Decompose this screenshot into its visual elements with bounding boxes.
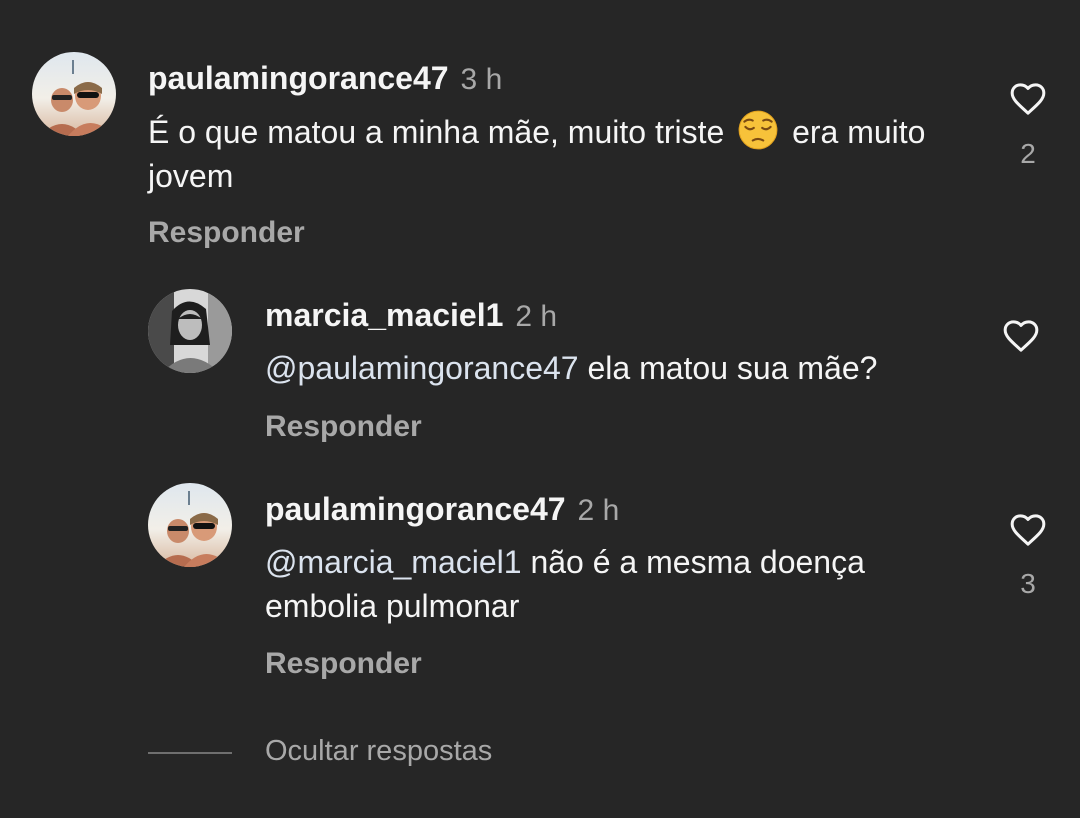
- reply-button[interactable]: Responder: [265, 410, 422, 444]
- mention-link[interactable]: @marcia_maciel1: [265, 544, 522, 580]
- timestamp: 2 h: [577, 494, 620, 527]
- username[interactable]: paulamingorance47: [265, 491, 566, 527]
- username[interactable]: marcia_maciel1: [265, 297, 503, 333]
- comment-text: @marcia_maciel1 não é a mesma doença emb…: [265, 540, 975, 628]
- heart-outline-icon: [1010, 514, 1046, 546]
- comment-header: marcia_maciel1 2 h: [265, 297, 557, 334]
- avatar[interactable]: [148, 483, 232, 567]
- avatar[interactable]: [148, 289, 232, 373]
- avatar-photo: [148, 483, 232, 567]
- like-count: 2: [1020, 138, 1036, 169]
- timestamp: 2 h: [515, 300, 558, 333]
- comment-text: É o que matou a minha mãe, muito triste …: [148, 109, 948, 198]
- avatar-photo: [148, 289, 232, 373]
- like-count: 3: [1020, 568, 1036, 599]
- comment-header: paulamingorance47 2 h: [265, 491, 619, 528]
- comment-text: @paulamingorance47 ela matou sua mãe?: [265, 346, 985, 390]
- username[interactable]: paulamingorance47: [148, 60, 449, 96]
- pensive-face-icon: [738, 110, 778, 150]
- reply-button[interactable]: Responder: [265, 647, 422, 681]
- like-button[interactable]: [1008, 79, 1048, 119]
- hide-replies-button[interactable]: Ocultar respostas: [148, 735, 648, 775]
- heart-outline-icon: [1010, 83, 1046, 115]
- like-button[interactable]: [1008, 510, 1048, 550]
- avatar-photo: [32, 52, 116, 136]
- like-button[interactable]: [1001, 316, 1041, 356]
- timestamp: 3 h: [460, 63, 503, 96]
- comment-header: paulamingorance47 3 h: [148, 60, 502, 97]
- avatar[interactable]: [32, 52, 116, 136]
- heart-outline-icon: [1003, 320, 1039, 352]
- reply-button[interactable]: Responder: [148, 216, 305, 250]
- hide-replies-label: Ocultar respostas: [265, 735, 493, 767]
- divider-line: [148, 752, 232, 754]
- mention-link[interactable]: @paulamingorance47: [265, 350, 579, 386]
- comment-thread: paulamingorance47 3 h É o que matou a min…: [0, 0, 1080, 818]
- comment-text-part: ela matou sua mãe?: [587, 350, 878, 386]
- comment-text-part: É o que matou a minha mãe, muito triste: [148, 114, 725, 150]
